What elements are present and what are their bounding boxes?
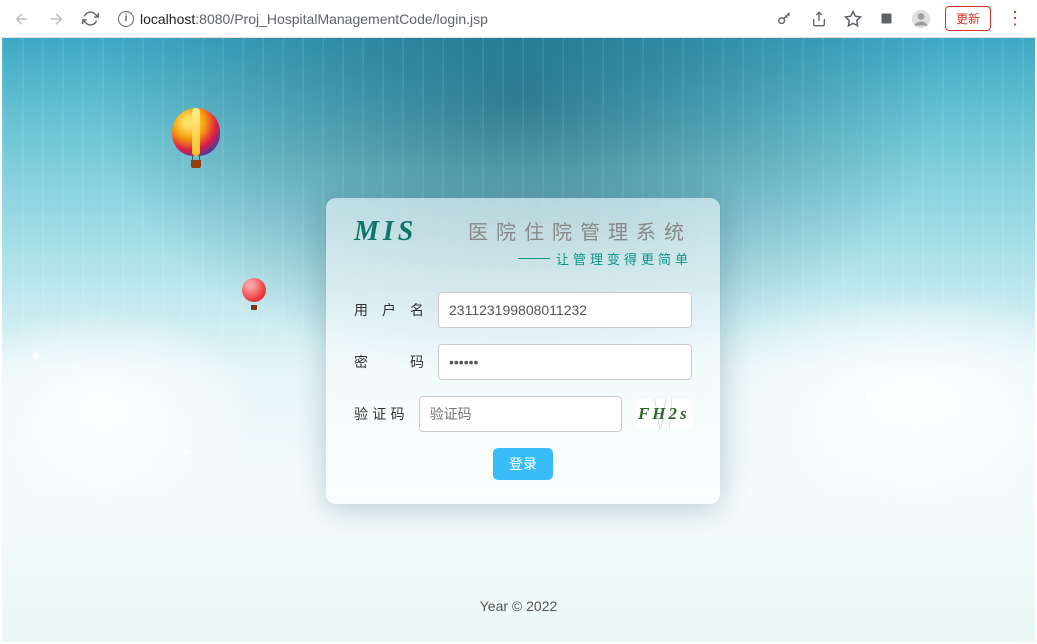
password-input[interactable] — [438, 344, 692, 380]
login-card: MIS 医院住院管理系统 让管理变得更简单 用户名 密 码 验证码 FH2s 登… — [326, 198, 720, 504]
logo-text: MIS — [354, 216, 417, 248]
profile-avatar-icon[interactable] — [907, 5, 935, 33]
cloud-decoration — [2, 318, 252, 498]
reload-button[interactable] — [76, 5, 104, 33]
captcha-label: 验证码 — [354, 404, 405, 424]
sparkle-icon: ✦ — [863, 388, 875, 405]
forward-button[interactable] — [42, 5, 70, 33]
username-input[interactable] — [438, 292, 692, 328]
extensions-icon[interactable] — [873, 5, 901, 33]
browser-toolbar: i localhost:8080/Proj_HospitalManagement… — [0, 0, 1037, 38]
footer-text: Year © 2022 — [2, 598, 1035, 614]
address-bar[interactable]: i localhost:8080/Proj_HospitalManagement… — [118, 11, 488, 27]
password-label: 密 码 — [354, 352, 424, 372]
kebab-menu-icon[interactable]: ⋮ — [1001, 5, 1029, 33]
captcha-image[interactable]: FH2s — [636, 399, 692, 429]
password-key-icon[interactable] — [771, 5, 799, 33]
system-subtitle: 让管理变得更简单 — [556, 249, 692, 268]
balloon-decoration — [172, 108, 220, 166]
url-text: localhost:8080/Proj_HospitalManagementCo… — [140, 11, 488, 27]
browser-update-button[interactable]: 更新 — [945, 6, 991, 31]
sparkle-icon: ✦ — [30, 348, 42, 365]
divider-line — [518, 258, 550, 259]
username-label: 用户名 — [354, 300, 424, 320]
site-info-icon[interactable]: i — [118, 11, 134, 27]
page-body: ✦ ✦ ✦ MIS 医院住院管理系统 让管理变得更简单 用户名 密 码 — [2, 38, 1035, 642]
sparkle-icon: ✦ — [182, 448, 190, 459]
balloon-decoration — [242, 278, 266, 308]
login-button[interactable]: 登录 — [493, 448, 553, 480]
back-button[interactable] — [8, 5, 36, 33]
captcha-input[interactable] — [419, 396, 622, 432]
cloud-decoration — [715, 298, 1035, 498]
share-icon[interactable] — [805, 5, 833, 33]
system-title: 医院住院管理系统 — [468, 216, 692, 245]
bookmark-star-icon[interactable] — [839, 5, 867, 33]
